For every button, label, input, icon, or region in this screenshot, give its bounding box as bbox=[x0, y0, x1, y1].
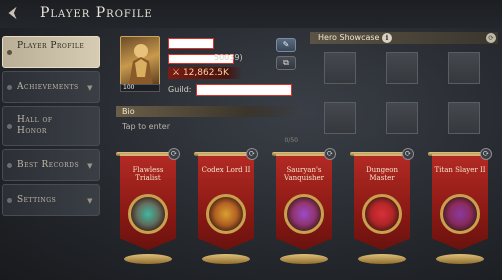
bullet-icon bbox=[7, 85, 12, 90]
chevron-down-icon: ▼ bbox=[87, 162, 93, 170]
top-bar: Player Profile bbox=[0, 0, 502, 28]
hero-slot[interactable] bbox=[386, 102, 418, 134]
title-banner[interactable]: ⟳ Codex Lord II bbox=[194, 148, 258, 264]
sidebar-item-label: Achievements bbox=[17, 82, 79, 92]
swap-icon[interactable]: ⟳ bbox=[402, 148, 414, 160]
emblem-icon bbox=[206, 194, 246, 234]
hero-slot[interactable] bbox=[448, 52, 480, 84]
page-title: Player Profile bbox=[40, 5, 153, 21]
bullet-icon bbox=[7, 163, 12, 168]
swap-icon[interactable]: ⟳ bbox=[246, 148, 258, 160]
crossed-swords-icon: ⚔ bbox=[172, 68, 181, 78]
info-icon[interactable]: i bbox=[382, 33, 392, 43]
banner-pedestal bbox=[124, 254, 172, 264]
player-name-redacted bbox=[168, 38, 214, 49]
title-banner[interactable]: ⟳ Dungeon Master bbox=[350, 148, 414, 264]
hero-portrait-icon bbox=[129, 44, 153, 85]
emblem-icon bbox=[362, 194, 402, 234]
guild-label: Guild: bbox=[168, 85, 192, 94]
showcase-header: Hero Showcase bbox=[310, 32, 498, 44]
hero-slot[interactable] bbox=[324, 52, 356, 84]
swap-icon[interactable]: ⟳ bbox=[486, 33, 496, 43]
banner-title: Sauryan's Vanquisher bbox=[284, 166, 324, 182]
banner-pedestal bbox=[202, 254, 250, 264]
guild-name-redacted bbox=[196, 84, 292, 96]
hero-slot[interactable] bbox=[386, 52, 418, 84]
banner-pedestal bbox=[280, 254, 328, 264]
bio-char-count: 0/50 bbox=[284, 137, 298, 144]
level-badge: 100 bbox=[120, 84, 160, 92]
bullet-icon bbox=[7, 198, 12, 203]
title-banner[interactable]: ⟳ Sauryan's Vanquisher bbox=[272, 148, 336, 264]
banner-pedestal bbox=[358, 254, 406, 264]
sidebar-item-best-records[interactable]: Best Records ▼ bbox=[2, 149, 100, 181]
title-banner[interactable]: ⟳ Flawless Trialist bbox=[116, 148, 180, 264]
copy-id-button[interactable]: ⧉ bbox=[276, 56, 296, 70]
power-badge: ⚔ 12,862.5K bbox=[168, 67, 242, 79]
chevron-down-icon: ▼ bbox=[87, 84, 93, 92]
sidebar-item-label: Player Profile bbox=[17, 41, 85, 51]
chevron-down-icon: ▼ bbox=[87, 197, 93, 205]
sidebar-item-label: Hall of Honor bbox=[17, 115, 53, 136]
sidebar-item-label: Settings bbox=[17, 195, 57, 205]
hero-slot[interactable] bbox=[448, 102, 480, 134]
banner-title: Codex Lord II bbox=[201, 166, 251, 174]
hero-slot[interactable] bbox=[324, 102, 356, 134]
banner-pedestal bbox=[436, 254, 484, 264]
swap-icon[interactable]: ⟳ bbox=[324, 148, 336, 160]
sidebar-item-label: Best Records bbox=[17, 160, 80, 170]
sidebar-item-player-profile[interactable]: Player Profile bbox=[2, 36, 100, 68]
pencil-icon: ✎ bbox=[282, 40, 290, 49]
edit-name-button[interactable]: ✎ bbox=[276, 38, 296, 52]
title-banner[interactable]: ⟳ Titan Slayer II bbox=[428, 148, 492, 264]
showcase-title: Hero Showcase bbox=[318, 33, 380, 42]
title-banners: ⟳ Flawless Trialist ⟳ Codex Lord II ⟳ Sa… bbox=[110, 148, 502, 280]
bullet-icon bbox=[7, 124, 12, 129]
sidebar-item-hall-of-honor[interactable]: Hall of Honor bbox=[2, 106, 100, 146]
sidebar: Player Profile Achievements ▼ Hall of Ho… bbox=[0, 36, 104, 219]
level-value: 100 bbox=[123, 84, 135, 91]
emblem-icon bbox=[440, 194, 480, 234]
power-value: 12,862.5K bbox=[182, 68, 229, 78]
bio-placeholder[interactable]: Tap to enter bbox=[122, 122, 170, 131]
bio-header: Bio bbox=[116, 106, 302, 117]
emblem-icon bbox=[284, 194, 324, 234]
banner-title: Dungeon Master bbox=[366, 166, 398, 182]
banner-title: Titan Slayer II bbox=[434, 166, 486, 174]
avatar[interactable] bbox=[120, 36, 160, 86]
profile-card: 100 50039) ✎ ⧉ ⚔ 12,862.5K Guild: bbox=[118, 34, 302, 104]
sidebar-item-settings[interactable]: Settings ▼ bbox=[2, 184, 100, 216]
emblem-icon bbox=[128, 194, 168, 234]
swap-icon[interactable]: ⟳ bbox=[168, 148, 180, 160]
back-arrow-icon[interactable] bbox=[4, 4, 22, 22]
player-id-suffix: 50039) bbox=[214, 53, 243, 62]
banner-title: Flawless Trialist bbox=[132, 166, 164, 182]
bio-panel[interactable]: Bio Tap to enter 0/50 bbox=[116, 106, 302, 146]
swap-icon[interactable]: ⟳ bbox=[480, 148, 492, 160]
copy-icon: ⧉ bbox=[283, 58, 289, 67]
hero-showcase-panel: Hero Showcase i ⟳ bbox=[310, 32, 498, 144]
bullet-icon bbox=[7, 50, 12, 55]
sidebar-item-achievements[interactable]: Achievements ▼ bbox=[2, 71, 100, 103]
